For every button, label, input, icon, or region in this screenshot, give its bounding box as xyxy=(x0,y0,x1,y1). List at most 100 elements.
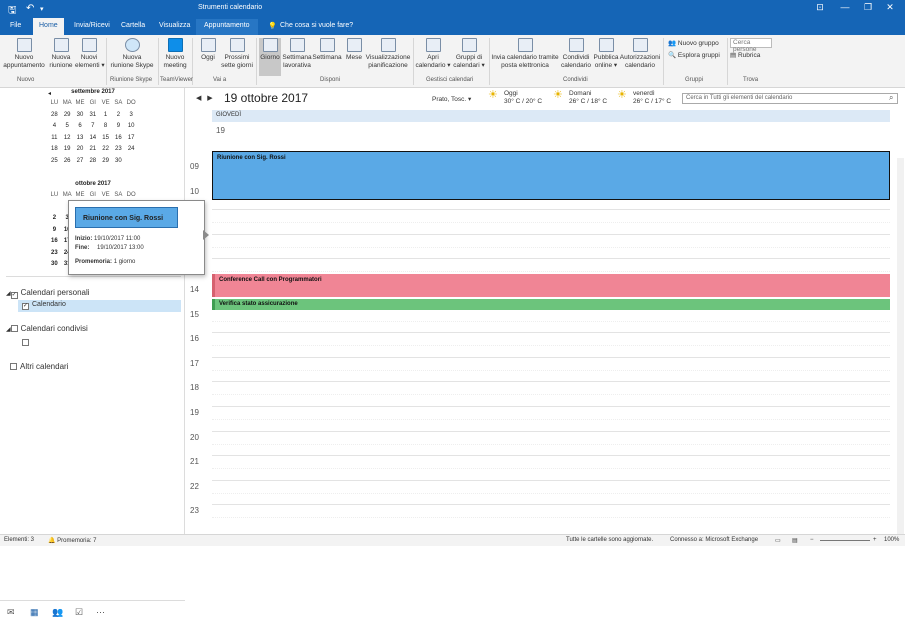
hour-slot[interactable] xyxy=(212,332,890,357)
search-icon[interactable]: ⌕ xyxy=(889,93,893,103)
hour-slot[interactable] xyxy=(212,406,890,431)
minimize-button[interactable]: — xyxy=(835,2,855,12)
minical-day[interactable]: 12 xyxy=(61,133,74,145)
minical-day[interactable]: 9 xyxy=(48,225,61,237)
people-icon[interactable]: 👥 xyxy=(52,607,63,618)
checkbox-unchecked[interactable] xyxy=(10,363,17,370)
search-people-input[interactable]: Cerca persone xyxy=(730,38,772,53)
minical-day[interactable]: 4 xyxy=(48,121,61,133)
day-view-button[interactable]: Giorno xyxy=(259,38,281,76)
close-button[interactable]: ✕ xyxy=(880,2,900,13)
minical-day[interactable]: 2 xyxy=(112,110,125,122)
calendar-permissions-button[interactable]: Autorizzazioni calendario xyxy=(619,38,661,69)
new-appointment-button[interactable]: Nuovo appuntamento xyxy=(3,38,45,69)
minical-day[interactable]: 2 xyxy=(48,213,61,225)
minical-day[interactable]: 18 xyxy=(48,144,61,156)
minical-day[interactable]: 16 xyxy=(112,133,125,145)
share-calendar-button[interactable]: Condividi calendario xyxy=(559,38,593,69)
minical-day[interactable]: 11 xyxy=(48,133,61,145)
minical-day[interactable]: 20 xyxy=(74,144,87,156)
calendar-groups-button[interactable]: Gruppi di calendari ▾ xyxy=(451,38,487,69)
tree-personal-calendars[interactable]: ◢✓ Calendari personali xyxy=(6,288,90,299)
minical-day[interactable]: 14 xyxy=(86,133,99,145)
minical-day[interactable]: 9 xyxy=(112,121,125,133)
zoom-plus[interactable]: + xyxy=(873,537,877,543)
open-calendar-button[interactable]: Apri calendario ▾ xyxy=(415,38,451,69)
normal-view-icon[interactable]: ▭ xyxy=(775,537,781,544)
new-meeting-button[interactable]: Nuova riunione xyxy=(48,38,74,69)
minical-day[interactable]: 23 xyxy=(48,248,61,260)
peek-title[interactable]: Riunione con Sig. Rossi xyxy=(75,207,178,228)
minical-day[interactable]: 31 xyxy=(86,110,99,122)
schedule-view-button[interactable]: Visualizzazione pianificazione xyxy=(365,38,411,69)
undo-icon[interactable]: ↶ xyxy=(26,3,34,14)
new-items-button[interactable]: Nuovi elementi ▾ xyxy=(75,38,105,69)
tab-appointment[interactable]: Appuntamento xyxy=(196,19,258,35)
address-book-button[interactable]: ▤ Rubrica xyxy=(730,51,760,59)
tree-other-calendars[interactable]: Altri calendari xyxy=(10,362,68,371)
weather-today[interactable]: ☀ Oggi 30° C / 20° C xyxy=(488,90,542,105)
next-seven-days-button[interactable]: Prossimi sette giorni xyxy=(220,38,254,69)
calendar-icon[interactable]: ▦ xyxy=(30,607,39,618)
event-insurance-check[interactable]: Verifica stato assicurazione xyxy=(212,299,890,310)
tab-file[interactable]: File xyxy=(10,22,21,29)
reminders-count[interactable]: 🔔 Promemoria: 7 xyxy=(48,537,97,544)
new-group-button[interactable]: 👥 Nuovo gruppo xyxy=(668,39,719,47)
month-view-button[interactable]: Mese xyxy=(343,38,365,62)
minical-day[interactable]: 15 xyxy=(99,133,112,145)
browse-groups-button[interactable]: 🔍 Esplora gruppi xyxy=(668,51,720,59)
hour-slot[interactable] xyxy=(212,504,890,529)
publish-online-button[interactable]: Pubblica online ▾ xyxy=(593,38,619,69)
hour-slot[interactable] xyxy=(212,479,890,505)
minical-day[interactable]: 30 xyxy=(112,156,125,168)
hour-slot[interactable] xyxy=(212,307,890,333)
mail-icon[interactable]: ✉ xyxy=(7,607,15,618)
ribbon-options-icon[interactable]: ⊡ xyxy=(810,2,830,13)
minical-day[interactable]: 28 xyxy=(86,156,99,168)
week-view-button[interactable]: Settimana xyxy=(312,38,342,62)
checkbox-checked[interactable]: ✓ xyxy=(22,303,29,310)
hour-slot[interactable] xyxy=(212,356,890,382)
weather-friday[interactable]: ☀ venerdì 26° C / 17° C xyxy=(617,90,671,105)
minical-day[interactable]: 1 xyxy=(99,110,112,122)
minical-day[interactable]: 29 xyxy=(61,110,74,122)
date-nav-arrows[interactable]: ◀ ▶ xyxy=(196,94,213,102)
minical-day[interactable]: 10 xyxy=(125,121,138,133)
minical-day[interactable]: 19 xyxy=(61,144,74,156)
tree-shared-item[interactable] xyxy=(22,338,32,347)
hour-slot[interactable] xyxy=(212,209,890,234)
email-calendar-button[interactable]: Invia calendario tramite posta elettroni… xyxy=(491,38,559,69)
hour-slot[interactable] xyxy=(212,381,890,406)
hour-slot[interactable] xyxy=(212,455,890,480)
minical-day[interactable]: 6 xyxy=(74,121,87,133)
event-conference-call[interactable]: Conference Call con Programmatori xyxy=(212,274,890,297)
weather-location-dropdown[interactable]: Prato, Tosc. ▾ xyxy=(432,95,471,103)
minical-day[interactable]: 3 xyxy=(125,110,138,122)
minical-day[interactable]: 26 xyxy=(61,156,74,168)
minical-day[interactable]: 8 xyxy=(99,121,112,133)
zoom-minus[interactable]: − xyxy=(810,537,814,543)
tab-send-receive[interactable]: Invia/Ricevi xyxy=(74,22,110,29)
hour-slot[interactable] xyxy=(212,233,890,259)
checkbox-checked[interactable]: ✓ xyxy=(10,292,18,299)
checkbox-unchecked[interactable] xyxy=(10,325,18,332)
minical-day[interactable]: 25 xyxy=(48,156,61,168)
tab-folder[interactable]: Cartella xyxy=(121,22,145,29)
minical-day[interactable]: 24 xyxy=(125,144,138,156)
appointment-peek[interactable]: Riunione con Sig. Rossi Inizio: 19/10/20… xyxy=(68,200,205,275)
minical-day[interactable]: 30 xyxy=(48,259,61,271)
calendar-search-input[interactable]: Cerca in Tutti gli elementi del calendar… xyxy=(682,93,898,104)
today-button[interactable]: Oggi xyxy=(196,38,220,62)
hour-slot[interactable] xyxy=(212,430,890,456)
minical-day[interactable]: 23 xyxy=(112,144,125,156)
more-icon[interactable]: ⋯ xyxy=(96,607,105,618)
zoom-slider[interactable] xyxy=(820,540,870,541)
checkbox-unchecked[interactable] xyxy=(22,339,29,346)
minical-day[interactable]: 30 xyxy=(74,110,87,122)
event-meeting-rossi[interactable]: Riunione con Sig. Rossi xyxy=(212,151,890,200)
weather-tomorrow[interactable]: ☀ Domani 26° C / 18° C xyxy=(553,90,607,105)
minical-day[interactable]: 29 xyxy=(99,156,112,168)
restore-button[interactable]: ❐ xyxy=(858,2,878,13)
new-teamviewer-meeting-button[interactable]: Nuovo meeting xyxy=(161,38,189,69)
minical-day[interactable]: 5 xyxy=(61,121,74,133)
